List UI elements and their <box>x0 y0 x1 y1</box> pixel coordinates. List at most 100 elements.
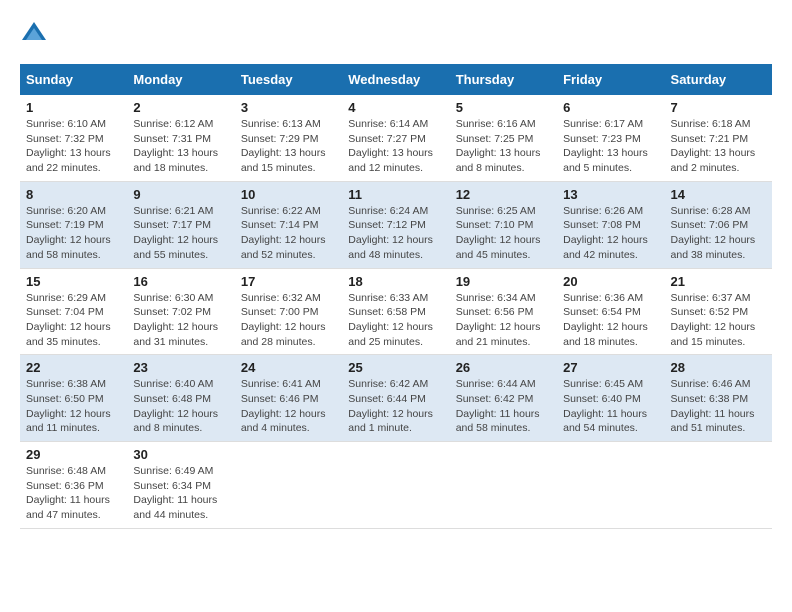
day-number: 23 <box>133 360 228 375</box>
calendar-day-cell: 17Sunrise: 6:32 AM Sunset: 7:00 PM Dayli… <box>235 268 342 355</box>
day-number: 14 <box>671 187 766 202</box>
day-number: 21 <box>671 274 766 289</box>
day-number: 25 <box>348 360 443 375</box>
day-info: Sunrise: 6:13 AM Sunset: 7:29 PM Dayligh… <box>241 117 336 176</box>
day-number: 8 <box>26 187 121 202</box>
calendar-day-cell: 2Sunrise: 6:12 AM Sunset: 7:31 PM Daylig… <box>127 95 234 181</box>
calendar-day-cell: 22Sunrise: 6:38 AM Sunset: 6:50 PM Dayli… <box>20 355 127 442</box>
calendar-day-cell: 3 Sunrise: 6:13 AM Sunset: 7:29 PM Daylig… <box>235 95 342 181</box>
calendar-day-cell: 7 Sunrise: 6:18 AM Sunset: 7:21 PM Daylig… <box>665 95 772 181</box>
weekday-header: Monday <box>127 64 234 95</box>
calendar-day-cell: 20 Sunrise: 6:36 AM Sunset: 6:54 PM Dayli… <box>557 268 664 355</box>
day-number: 26 <box>456 360 551 375</box>
day-info: Sunrise: 6:26 AM Sunset: 7:08 PM Dayligh… <box>563 204 658 263</box>
logo-icon <box>20 20 48 48</box>
weekday-header: Friday <box>557 64 664 95</box>
day-info: Sunrise: 6:44 AM Sunset: 6:42 PM Dayligh… <box>456 377 551 436</box>
day-info: Sunrise: 6:25 AM Sunset: 7:10 PM Dayligh… <box>456 204 551 263</box>
weekday-header: Thursday <box>450 64 557 95</box>
calendar-day-cell: 11Sunrise: 6:24 AM Sunset: 7:12 PM Dayli… <box>342 181 449 268</box>
calendar-day-cell: 30 Sunrise: 6:49 AM Sunset: 6:34 PM Dayli… <box>127 442 234 529</box>
calendar-day-cell: 25 Sunrise: 6:42 AM Sunset: 6:44 PM Dayli… <box>342 355 449 442</box>
calendar-day-cell: 9 Sunrise: 6:21 AM Sunset: 7:17 PM Daylig… <box>127 181 234 268</box>
day-info: Sunrise: 6:16 AM Sunset: 7:25 PM Dayligh… <box>456 117 551 176</box>
day-info: Sunrise: 6:22 AM Sunset: 7:14 PM Dayligh… <box>241 204 336 263</box>
day-number: 30 <box>133 447 228 462</box>
weekday-header: Tuesday <box>235 64 342 95</box>
calendar-day-cell: 12 Sunrise: 6:25 AM Sunset: 7:10 PM Dayli… <box>450 181 557 268</box>
weekday-header-row: SundayMondayTuesdayWednesdayThursdayFrid… <box>20 64 772 95</box>
day-info: Sunrise: 6:24 AM Sunset: 7:12 PM Dayligh… <box>348 204 443 263</box>
calendar-day-cell: 8 Sunrise: 6:20 AM Sunset: 7:19 PM Daylig… <box>20 181 127 268</box>
calendar-day-cell: 16Sunrise: 6:30 AM Sunset: 7:02 PM Dayli… <box>127 268 234 355</box>
day-number: 29 <box>26 447 121 462</box>
day-number: 27 <box>563 360 658 375</box>
day-number: 19 <box>456 274 551 289</box>
calendar-day-cell: 26 Sunrise: 6:44 AM Sunset: 6:42 PM Dayli… <box>450 355 557 442</box>
day-info: Sunrise: 6:29 AM Sunset: 7:04 PM Dayligh… <box>26 291 121 350</box>
day-number: 10 <box>241 187 336 202</box>
day-number: 9 <box>133 187 228 202</box>
day-info: Sunrise: 6:33 AM Sunset: 6:58 PM Dayligh… <box>348 291 443 350</box>
weekday-header: Sunday <box>20 64 127 95</box>
day-number: 4 <box>348 100 443 115</box>
calendar-day-cell: 13 Sunrise: 6:26 AM Sunset: 7:08 PM Dayli… <box>557 181 664 268</box>
calendar-table: SundayMondayTuesdayWednesdayThursdayFrid… <box>20 64 772 529</box>
day-number: 7 <box>671 100 766 115</box>
day-info: Sunrise: 6:45 AM Sunset: 6:40 PM Dayligh… <box>563 377 658 436</box>
day-info: Sunrise: 6:18 AM Sunset: 7:21 PM Dayligh… <box>671 117 766 176</box>
calendar-day-cell: 4 Sunrise: 6:14 AM Sunset: 7:27 PM Daylig… <box>342 95 449 181</box>
day-number: 15 <box>26 274 121 289</box>
day-info: Sunrise: 6:10 AM Sunset: 7:32 PM Dayligh… <box>26 117 121 176</box>
calendar-day-cell: 28 Sunrise: 6:46 AM Sunset: 6:38 PM Dayli… <box>665 355 772 442</box>
day-number: 20 <box>563 274 658 289</box>
day-info: Sunrise: 6:30 AM Sunset: 7:02 PM Dayligh… <box>133 291 228 350</box>
calendar-week-row: 8 Sunrise: 6:20 AM Sunset: 7:19 PM Daylig… <box>20 181 772 268</box>
day-number: 18 <box>348 274 443 289</box>
day-number: 3 <box>241 100 336 115</box>
day-number: 12 <box>456 187 551 202</box>
day-info: Sunrise: 6:38 AM Sunset: 6:50 PM Dayligh… <box>26 377 121 436</box>
day-info: Sunrise: 6:46 AM Sunset: 6:38 PM Dayligh… <box>671 377 766 436</box>
day-number: 24 <box>241 360 336 375</box>
calendar-day-cell: 6Sunrise: 6:17 AM Sunset: 7:23 PM Daylig… <box>557 95 664 181</box>
empty-cell <box>342 442 449 529</box>
calendar-week-row: 15 Sunrise: 6:29 AM Sunset: 7:04 PM Dayli… <box>20 268 772 355</box>
day-number: 13 <box>563 187 658 202</box>
weekday-header: Saturday <box>665 64 772 95</box>
day-info: Sunrise: 6:37 AM Sunset: 6:52 PM Dayligh… <box>671 291 766 350</box>
day-info: Sunrise: 6:49 AM Sunset: 6:34 PM Dayligh… <box>133 464 228 523</box>
calendar-week-row: 1Sunrise: 6:10 AM Sunset: 7:32 PM Daylig… <box>20 95 772 181</box>
calendar-week-row: 29 Sunrise: 6:48 AM Sunset: 6:36 PM Dayli… <box>20 442 772 529</box>
empty-cell <box>665 442 772 529</box>
day-info: Sunrise: 6:20 AM Sunset: 7:19 PM Dayligh… <box>26 204 121 263</box>
day-info: Sunrise: 6:48 AM Sunset: 6:36 PM Dayligh… <box>26 464 121 523</box>
day-info: Sunrise: 6:32 AM Sunset: 7:00 PM Dayligh… <box>241 291 336 350</box>
day-info: Sunrise: 6:14 AM Sunset: 7:27 PM Dayligh… <box>348 117 443 176</box>
calendar-week-row: 22Sunrise: 6:38 AM Sunset: 6:50 PM Dayli… <box>20 355 772 442</box>
day-info: Sunrise: 6:34 AM Sunset: 6:56 PM Dayligh… <box>456 291 551 350</box>
calendar-day-cell: 5 Sunrise: 6:16 AM Sunset: 7:25 PM Daylig… <box>450 95 557 181</box>
day-info: Sunrise: 6:21 AM Sunset: 7:17 PM Dayligh… <box>133 204 228 263</box>
day-number: 28 <box>671 360 766 375</box>
page-header <box>20 20 772 48</box>
calendar-day-cell: 27 Sunrise: 6:45 AM Sunset: 6:40 PM Dayli… <box>557 355 664 442</box>
calendar-day-cell: 19 Sunrise: 6:34 AM Sunset: 6:56 PM Dayli… <box>450 268 557 355</box>
day-number: 5 <box>456 100 551 115</box>
day-info: Sunrise: 6:42 AM Sunset: 6:44 PM Dayligh… <box>348 377 443 436</box>
day-info: Sunrise: 6:40 AM Sunset: 6:48 PM Dayligh… <box>133 377 228 436</box>
day-info: Sunrise: 6:36 AM Sunset: 6:54 PM Dayligh… <box>563 291 658 350</box>
day-info: Sunrise: 6:12 AM Sunset: 7:31 PM Dayligh… <box>133 117 228 176</box>
empty-cell <box>450 442 557 529</box>
calendar-day-cell: 23 Sunrise: 6:40 AM Sunset: 6:48 PM Dayli… <box>127 355 234 442</box>
calendar-day-cell: 24Sunrise: 6:41 AM Sunset: 6:46 PM Dayli… <box>235 355 342 442</box>
empty-cell <box>235 442 342 529</box>
day-info: Sunrise: 6:28 AM Sunset: 7:06 PM Dayligh… <box>671 204 766 263</box>
calendar-day-cell: 15 Sunrise: 6:29 AM Sunset: 7:04 PM Dayli… <box>20 268 127 355</box>
day-info: Sunrise: 6:17 AM Sunset: 7:23 PM Dayligh… <box>563 117 658 176</box>
calendar-day-cell: 21 Sunrise: 6:37 AM Sunset: 6:52 PM Dayli… <box>665 268 772 355</box>
weekday-header: Wednesday <box>342 64 449 95</box>
calendar-day-cell: 29 Sunrise: 6:48 AM Sunset: 6:36 PM Dayli… <box>20 442 127 529</box>
calendar-day-cell: 18 Sunrise: 6:33 AM Sunset: 6:58 PM Dayli… <box>342 268 449 355</box>
empty-cell <box>557 442 664 529</box>
